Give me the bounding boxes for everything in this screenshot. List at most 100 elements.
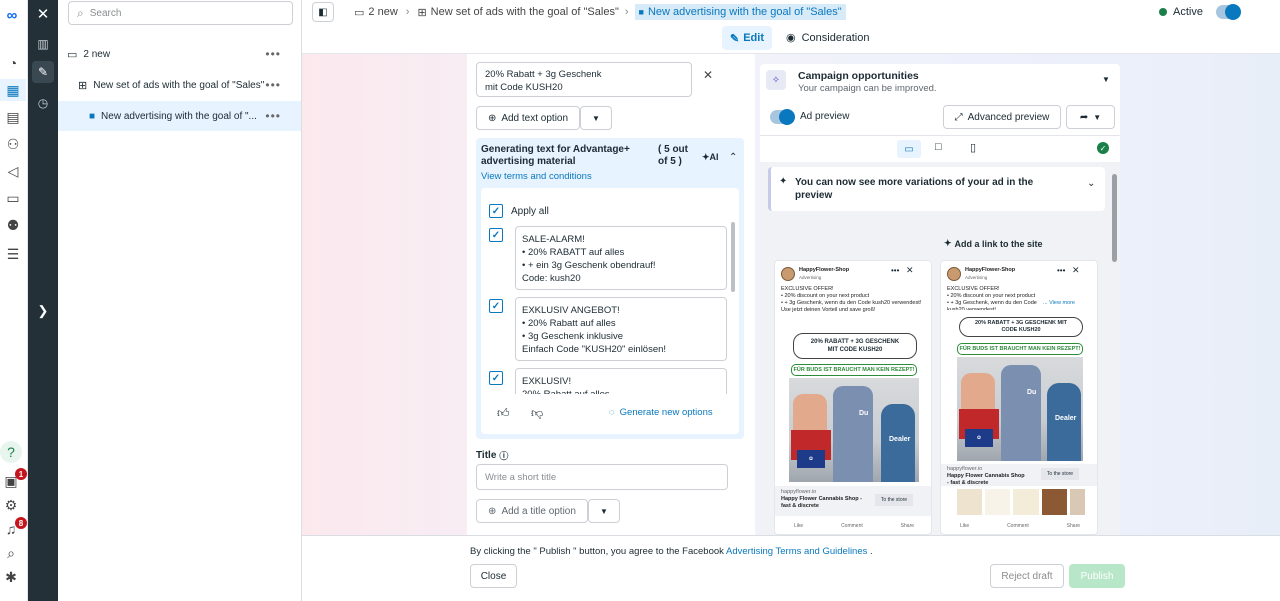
link-domain: happyflower.io <box>947 466 983 472</box>
tree-item-label: New set of ads with the goal of "Sales" <box>93 79 265 91</box>
megaphone-icon[interactable]: ◁ <box>2 160 24 182</box>
pencil-icon[interactable]: ✎ <box>32 61 54 83</box>
pages-icon[interactable]: ▤ <box>2 106 24 128</box>
ad-preview-toggle[interactable] <box>770 109 795 125</box>
title-input[interactable]: Write a short title <box>476 464 728 490</box>
terms-link[interactable]: Advertising Terms and Guidelines <box>726 546 867 557</box>
ai-badge: ✦AI <box>702 152 719 163</box>
comment-button[interactable]: Comment <box>1007 523 1029 530</box>
desktop-placement-icon[interactable]: ▭ <box>897 140 921 158</box>
speech-bubble: 20% RABATT + 3G GESCHENK MIT CODE KUSH20 <box>959 317 1083 337</box>
thumbs-up-icon[interactable]: 👍︎ <box>497 406 510 421</box>
add-title-option-button[interactable]: ⊕ Add a title option <box>476 499 588 523</box>
generate-new-button[interactable]: ◌ Generate new options <box>609 407 713 418</box>
option-checkbox[interactable]: ✓ <box>489 228 503 242</box>
remove-text-icon[interactable]: ✕ <box>703 68 713 82</box>
close-icon[interactable]: ✕ <box>906 265 914 276</box>
reject-draft-button[interactable]: Reject draft <box>990 564 1064 588</box>
preview-panel: ✧ Campaign opportunities Your campaign c… <box>760 64 1120 535</box>
ai-generation-panel: Generating text for Advantage+ advertisi… <box>476 138 744 439</box>
page-avatar <box>947 267 961 281</box>
bug-icon[interactable]: ✱ <box>0 566 22 588</box>
title-option-dropdown[interactable]: ▼ <box>588 499 620 523</box>
text-option-dropdown[interactable]: ▼ <box>580 106 612 130</box>
sparkle-icon: ✦ <box>779 176 788 187</box>
terms-link[interactable]: View terms and conditions <box>481 171 592 182</box>
button-label: Advanced preview <box>967 111 1050 123</box>
add-link-button[interactable]: ✦ Add a link to the site <box>944 238 1043 249</box>
help-icon[interactable]: ? <box>0 441 22 463</box>
history-icon[interactable]: ◷ <box>32 92 54 114</box>
chart-icon[interactable]: ▥ <box>32 33 54 55</box>
more-options-icon[interactable]: ••• <box>891 266 899 275</box>
see-more-link[interactable]: ... View more <box>1043 300 1075 307</box>
billing-icon[interactable]: ▭ <box>2 187 24 209</box>
share-button[interactable]: Share <box>1067 523 1080 530</box>
audience-icon[interactable]: ⚇ <box>2 133 24 155</box>
search-icon[interactable]: ⌕ <box>0 542 22 564</box>
edit-tab[interactable]: ✎ Edit <box>722 26 772 50</box>
chevron-down-icon[interactable]: ▼ <box>1102 75 1110 84</box>
status-label: Active <box>1173 6 1203 18</box>
option-checkbox[interactable]: ✓ <box>489 299 503 313</box>
close-button[interactable]: Close <box>470 564 517 588</box>
ad-preview-card-1[interactable]: HappyFlower-Shop Advertising ••• ✕ EXCLU… <box>774 260 932 535</box>
check-circle-icon: ✓ <box>1097 142 1109 154</box>
ai-option-2[interactable]: EXKLUSIV ANGEBOT! • 20% Rabatt auf alles… <box>515 297 727 361</box>
share-button[interactable]: Share <box>901 523 914 530</box>
breadcrumb-campaign[interactable]: ▭ 2 new <box>354 6 398 19</box>
add-text-option-button[interactable]: ⊕ Add text option <box>476 106 580 130</box>
breadcrumb-ad[interactable]: ■ New advertising with the goal of "Sale… <box>634 4 846 20</box>
consideration-tab-label: Consideration <box>801 31 870 44</box>
dashboard-icon[interactable]: ◔ <box>2 52 24 74</box>
square-placement-icon[interactable]: □ <box>935 141 942 153</box>
cta-button[interactable]: To the store <box>875 494 913 506</box>
comment-button[interactable]: Comment <box>841 523 863 530</box>
option-checkbox[interactable]: ✓ <box>489 371 503 385</box>
campaigns-icon[interactable]: ▦ <box>0 79 26 101</box>
active-toggle[interactable] <box>1216 4 1241 20</box>
ai-option-1[interactable]: SALE-ALARM! • 20% RABATT auf alles • + e… <box>515 226 727 290</box>
consideration-tab[interactable]: ◉ Consideration <box>786 31 870 45</box>
meta-logo-icon[interactable]: ∞ <box>1 4 23 26</box>
toggle-panel-icon[interactable]: ◧ <box>312 2 334 22</box>
publish-button[interactable]: Publish <box>1069 564 1125 588</box>
close-icon[interactable]: ✕ <box>1072 265 1080 276</box>
tree-item-ad[interactable]: ■ New advertising with the goal of "... … <box>58 101 301 131</box>
notification-badge: 8 <box>15 517 27 529</box>
like-button[interactable]: Like <box>794 523 803 530</box>
menu-icon[interactable]: ☰ <box>2 243 24 265</box>
cta-button[interactable]: To the store <box>1041 468 1079 480</box>
more-options-icon[interactable]: ••• <box>265 47 281 61</box>
collapse-icon[interactable]: ⌃ <box>729 152 737 163</box>
settings-icon[interactable]: ⚙ <box>0 494 22 516</box>
refresh-icon: ◌ <box>609 407 615 418</box>
preview-scrollbar[interactable] <box>1112 174 1117 262</box>
tree-item-adset[interactable]: ⊞ New set of ads with the goal of "Sales… <box>58 70 301 100</box>
speech-bubble: 20% RABATT + 3G GESCHENK MIT CODE KUSH20 <box>793 333 917 359</box>
share-preview-button[interactable]: ➦ ▼ <box>1066 105 1115 129</box>
expand-icon[interactable]: ❯ <box>32 300 54 322</box>
apply-all-row[interactable]: ✓ Apply all <box>489 204 549 218</box>
more-options-icon[interactable]: ••• <box>265 78 281 92</box>
advanced-preview-button[interactable]: ⤢ Advanced preview <box>943 105 1061 129</box>
options-scrollbar[interactable] <box>731 222 735 292</box>
thumbs-down-icon[interactable]: 👎︎ <box>531 406 543 421</box>
breadcrumb-adset[interactable]: ⊞ New set of ads with the goal of "Sales… <box>417 6 618 19</box>
apply-all-checkbox[interactable]: ✓ <box>489 204 503 218</box>
product-carousel[interactable] <box>957 489 1085 515</box>
like-button[interactable]: Like <box>960 523 969 530</box>
expand-icon: ⤢ <box>954 111 963 123</box>
primary-text-field[interactable]: 20% Rabatt + 3g Geschenk mit Code KUSH20 <box>476 62 692 97</box>
search-input[interactable]: ⌕ Search <box>68 1 293 25</box>
chevron-down-icon[interactable]: ⌄ <box>1087 178 1095 189</box>
more-options-icon[interactable]: ••• <box>1057 266 1065 275</box>
more-options-icon[interactable]: ••• <box>265 109 281 123</box>
ad-preview-label: Ad preview <box>800 111 850 122</box>
mobile-placement-icon[interactable]: ▯ <box>970 141 976 154</box>
accounts-icon[interactable]: ⚉ <box>2 214 24 236</box>
ad-image: ✿ Du Dealer <box>789 378 919 482</box>
tree-item-campaign[interactable]: ▭ 2 new ••• <box>58 39 301 69</box>
ad-preview-card-2[interactable]: HappyFlower-Shop Advertising ••• ✕ EXCLU… <box>940 260 1098 535</box>
close-icon[interactable]: ✕ <box>32 3 54 25</box>
